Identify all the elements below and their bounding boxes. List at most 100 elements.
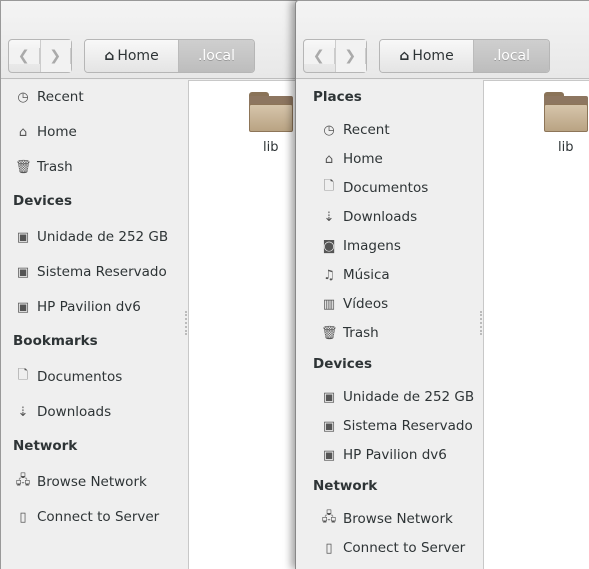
sidebar-item-label: Connect to Server	[343, 540, 466, 556]
sidebar-item-trash[interactable]: 🗑 Trash	[321, 322, 379, 344]
drive-icon: ▣	[322, 447, 336, 463]
forward-button[interactable]: ❯	[335, 40, 366, 72]
sidebar-item-label: Downloads	[343, 209, 418, 225]
sidebar-item-v-deos[interactable]: ▥ Vídeos	[321, 293, 388, 315]
sidebar-item-label: Trash	[37, 159, 73, 175]
camera-icon: ◙	[322, 238, 336, 254]
home-icon: ⌂	[18, 124, 28, 140]
file-manager-window-right: ❮ ❯ ⌂ Home .local Places ◷ Recent ⌂ Home 🗋 Document…	[295, 0, 589, 569]
sidebar-item-connect-to-server[interactable]: ▯ Connect to Server	[321, 537, 465, 559]
music-icon: ♫	[323, 267, 335, 283]
sidebar-item-label: Música	[343, 267, 390, 283]
folder-icon[interactable]	[249, 92, 293, 132]
chevron-left-icon: ❮	[9, 48, 40, 64]
sidebar-item-label: Recent	[343, 122, 390, 138]
sidebar-item-recent[interactable]: ◷ Recent	[15, 86, 84, 108]
sidebar-item-hp-pavilion-dv6[interactable]: ▣ HP Pavilion dv6	[15, 296, 141, 318]
sidebar-item-home[interactable]: ⌂ Home	[321, 148, 383, 170]
path-home-label: Home	[117, 48, 159, 64]
sidebar-item-label: Sistema Reservado	[37, 264, 167, 280]
drive-icon: ▣	[16, 229, 30, 245]
chevron-right-icon: ❯	[335, 48, 366, 64]
path-bar: ⌂ Home .local	[379, 39, 550, 73]
sidebar-item-label: Documentos	[37, 369, 123, 385]
sidebar-item-label: HP Pavilion dv6	[37, 299, 141, 315]
sidebar-item-downloads[interactable]: ⇣ Downloads	[15, 401, 112, 423]
folder-icon[interactable]	[544, 92, 588, 132]
sidebar-item-label: Unidade de 252 GB	[343, 389, 475, 405]
film-icon: ▥	[322, 296, 336, 312]
path-home-button[interactable]: ⌂ Home	[85, 40, 179, 72]
drive-icon: ▣	[322, 389, 336, 405]
path-home-button[interactable]: ⌂ Home	[380, 40, 474, 72]
sidebar-section-bookmarks: Bookmarks	[13, 333, 98, 349]
sidebar-item-label: Sistema Reservado	[343, 418, 473, 434]
sidebar-item-trash[interactable]: 🗑 Trash	[15, 156, 73, 178]
sidebar-item-m-sica[interactable]: ♫ Música	[321, 264, 390, 286]
home-icon: ⌂	[104, 48, 115, 64]
sidebar-item-label: Recent	[37, 89, 84, 105]
drive-icon: ▣	[16, 264, 30, 280]
file-manager-window-left: ❮ ❯ ⌂ Home .local ◷ Recent ⌂ Home 🗑 Trash Devices ▣ U…	[0, 0, 300, 569]
navigation-buttons: ❮ ❯	[303, 39, 367, 73]
sidebar-item-browse-network[interactable]: 🖧 Browse Network	[15, 471, 147, 493]
sidebar-item-label: Trash	[343, 325, 379, 341]
navigation-buttons: ❮ ❯	[8, 39, 72, 73]
pane-resize-handle[interactable]	[480, 311, 482, 335]
network-icon: 🖧	[321, 510, 337, 525]
sidebar-item-sistema-reservado[interactable]: ▣ Sistema Reservado	[321, 415, 473, 437]
network-icon: 🖧	[15, 473, 31, 488]
trash-icon: 🗑	[321, 325, 338, 341]
path-bar: ⌂ Home .local	[84, 39, 255, 73]
sidebar-item-unidade-de-252-gb[interactable]: ▣ Unidade de 252 GB	[321, 386, 474, 408]
drive-icon: ▣	[16, 299, 30, 315]
sidebar: ◷ Recent ⌂ Home 🗑 Trash Devices ▣ Unidade de 252…	[1, 80, 189, 569]
sidebar-item-label: Connect to Server	[37, 509, 160, 525]
sidebar-item-label: Browse Network	[37, 474, 147, 490]
sidebar-item-imagens[interactable]: ◙ Imagens	[321, 235, 401, 257]
clock-icon: ◷	[323, 122, 335, 138]
sidebar-item-documentos[interactable]: 🗋 Documentos	[321, 177, 428, 199]
file-name[interactable]: lib	[558, 140, 573, 155]
sidebar-section-devices: Devices	[13, 193, 72, 209]
header-bar: ❮ ❯ ⌂ Home .local	[296, 1, 589, 79]
sidebar: Places ◷ Recent ⌂ Home 🗋 Documentos ⇣ Downloads ◙…	[296, 80, 484, 569]
sidebar-item-label: Unidade de 252 GB	[37, 229, 169, 245]
path-current-button[interactable]: .local	[474, 40, 549, 72]
sidebar-item-home[interactable]: ⌂ Home	[15, 121, 77, 143]
sidebar-item-hp-pavilion-dv6[interactable]: ▣ HP Pavilion dv6	[321, 444, 447, 466]
back-button[interactable]: ❮	[9, 40, 41, 72]
sidebar-item-downloads[interactable]: ⇣ Downloads	[321, 206, 418, 228]
back-button[interactable]: ❮	[304, 40, 336, 72]
sidebar-item-sistema-reservado[interactable]: ▣ Sistema Reservado	[15, 261, 167, 283]
folder-front	[249, 104, 293, 132]
drive-icon: ▣	[322, 418, 336, 434]
sidebar-item-label: Documentos	[343, 180, 429, 196]
file-view: lib	[189, 80, 300, 569]
forward-button[interactable]: ❯	[40, 40, 71, 72]
folder-front	[544, 104, 588, 132]
document-icon: 🗋	[17, 368, 29, 383]
sidebar-item-label: Vídeos	[343, 296, 389, 312]
file-name[interactable]: lib	[263, 140, 278, 155]
pane-resize-handle[interactable]	[185, 311, 187, 335]
sidebar-item-recent[interactable]: ◷ Recent	[321, 119, 390, 141]
home-icon: ⌂	[399, 48, 410, 64]
chevron-right-icon: ❯	[40, 48, 71, 64]
sidebar-item-label: Home	[343, 151, 383, 167]
sidebar-section-places: Places	[313, 89, 362, 105]
chevron-left-icon: ❮	[304, 48, 335, 64]
sidebar-item-documentos[interactable]: 🗋 Documentos	[15, 366, 122, 388]
home-icon: ⌂	[324, 151, 334, 167]
sidebar-item-label: HP Pavilion dv6	[343, 447, 447, 463]
sidebar-item-connect-to-server[interactable]: ▯ Connect to Server	[15, 506, 159, 528]
server-icon: ▯	[19, 509, 27, 525]
document-icon: 🗋	[323, 179, 335, 194]
sidebar-item-label: Home	[37, 124, 77, 140]
sidebar-item-browse-network[interactable]: 🖧 Browse Network	[321, 508, 453, 530]
server-icon: ▯	[325, 540, 333, 556]
sidebar-item-unidade-de-252-gb[interactable]: ▣ Unidade de 252 GB	[15, 226, 168, 248]
trash-icon: 🗑	[15, 159, 32, 175]
file-view: lib	[484, 80, 589, 569]
path-current-button[interactable]: .local	[179, 40, 254, 72]
